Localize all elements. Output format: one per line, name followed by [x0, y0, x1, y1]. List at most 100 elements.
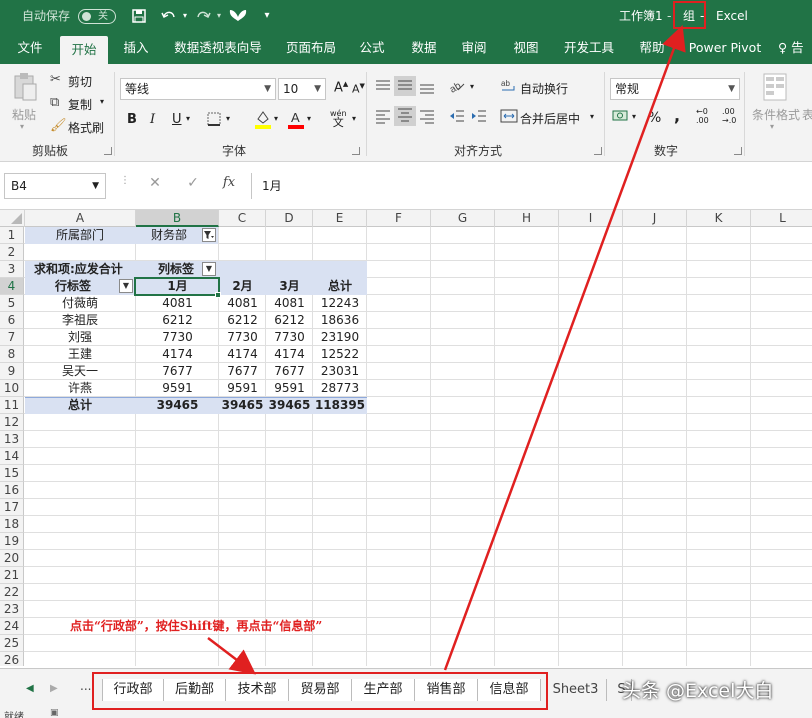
align-right-icon[interactable] — [418, 108, 436, 128]
row-header[interactable]: 1 — [0, 227, 24, 244]
scroll-tabs-left-icon[interactable]: ◀ — [26, 683, 34, 694]
value-cell[interactable]: 4081 — [266, 295, 313, 312]
paste-dropdown-icon[interactable]: ▾ — [20, 122, 24, 131]
column-header[interactable]: J — [623, 210, 687, 227]
border-dropdown-icon[interactable]: ▾ — [226, 114, 230, 123]
value-cell[interactable]: 7730 — [266, 329, 313, 346]
employee-name-cell[interactable]: 王建 — [25, 346, 135, 363]
underline-dropdown-icon[interactable]: ▾ — [186, 114, 190, 123]
row-header[interactable]: 13 — [0, 431, 24, 448]
total-cell[interactable]: 39465 — [266, 397, 313, 414]
value-cell[interactable]: 12522 — [313, 346, 367, 363]
tab-home[interactable]: 开始 — [60, 36, 108, 64]
column-header[interactable]: F — [367, 210, 431, 227]
value-cell[interactable]: 28773 — [313, 380, 367, 397]
sheet-tab[interactable]: Sheet3 — [545, 679, 607, 701]
row-header[interactable]: 4 — [0, 278, 24, 295]
month-header[interactable]: 3月 — [266, 278, 313, 295]
value-cell[interactable]: 9591 — [266, 380, 313, 397]
row-header[interactable]: 22 — [0, 584, 24, 601]
value-cell[interactable]: 9591 — [136, 380, 219, 397]
decrease-indent-icon[interactable] — [448, 108, 466, 128]
orientation-icon[interactable]: ab — [448, 78, 466, 98]
employee-name-cell[interactable]: 吴天一 — [25, 363, 135, 380]
value-cell[interactable]: 23031 — [313, 363, 367, 380]
scroll-tabs-right-icon[interactable]: ▶ — [50, 683, 58, 694]
row-header[interactable]: 8 — [0, 346, 24, 363]
row-header[interactable]: 2 — [0, 244, 24, 261]
row-header[interactable]: 5 — [0, 295, 24, 312]
accounting-format-icon[interactable] — [612, 108, 630, 128]
phonetic-button[interactable]: wén 文 — [330, 109, 347, 128]
redo-dropdown-icon[interactable]: ▾ — [210, 8, 228, 24]
column-header[interactable]: G — [431, 210, 495, 227]
conditional-format-button[interactable]: 条件格式 — [752, 106, 800, 123]
fill-color-icon[interactable] — [254, 109, 272, 133]
format-table-button[interactable]: 表 — [802, 106, 812, 123]
row-label-dropdown-icon[interactable]: ▼ — [119, 279, 133, 293]
row-header[interactable]: 10 — [0, 380, 24, 397]
customize-qat-icon[interactable]: ▾ — [258, 8, 276, 24]
row-header[interactable]: 9 — [0, 363, 24, 380]
row-header[interactable]: 23 — [0, 601, 24, 618]
total-cell[interactable]: 118395 — [313, 397, 367, 414]
insert-function-button[interactable]: fx — [220, 175, 238, 190]
value-cell[interactable]: 4174 — [266, 346, 313, 363]
percent-button[interactable]: % — [648, 110, 661, 126]
number-launcher-icon[interactable] — [734, 147, 742, 155]
row-header[interactable]: 25 — [0, 635, 24, 652]
value-cell[interactable]: 6212 — [136, 312, 219, 329]
value-cell[interactable]: 7730 — [219, 329, 266, 346]
cancel-icon[interactable]: ✕ — [146, 175, 164, 191]
tab-pivot-wizard[interactable]: 数据透视表向导 — [168, 32, 268, 64]
increase-decimal-icon[interactable]: ←0.00 — [696, 107, 709, 125]
value-cell[interactable]: 4174 — [136, 346, 219, 363]
decrease-font-icon[interactable]: A▼ — [352, 82, 365, 96]
month-header[interactable]: 2月 — [219, 278, 266, 295]
name-box[interactable]: B4 ▼ — [4, 173, 106, 199]
fill-dropdown-icon[interactable]: ▾ — [274, 114, 278, 123]
value-cell[interactable]: 12243 — [313, 295, 367, 312]
orientation-dropdown-icon[interactable]: ▾ — [470, 82, 474, 91]
value-cell[interactable]: 9591 — [219, 380, 266, 397]
row-header[interactable]: 6 — [0, 312, 24, 329]
worksheet-grid[interactable]: A B C D E F G H I J K L 1 2 3 4 5 6 7 8 9 10 11 12 1… — [0, 210, 812, 666]
column-header[interactable]: H — [495, 210, 559, 227]
tab-insert[interactable]: 插入 — [114, 32, 158, 64]
row-header[interactable]: 12 — [0, 414, 24, 431]
column-header[interactable]: C — [219, 210, 266, 227]
underline-button[interactable]: U — [172, 112, 182, 127]
row-header[interactable]: 24 — [0, 618, 24, 635]
accounting-dropdown-icon[interactable]: ▾ — [632, 112, 636, 121]
tab-page-layout[interactable]: 页面布局 — [280, 32, 342, 64]
row-header[interactable]: 18 — [0, 516, 24, 533]
value-cell[interactable]: 7677 — [136, 363, 219, 380]
value-cell[interactable]: 7677 — [219, 363, 266, 380]
fill-handle[interactable] — [215, 292, 221, 298]
tab-view[interactable]: 视图 — [506, 32, 546, 64]
value-cell[interactable]: 4081 — [136, 295, 219, 312]
row-header[interactable]: 3 — [0, 261, 24, 278]
filter-icon[interactable] — [202, 228, 216, 242]
total-cell[interactable]: 39465 — [136, 397, 219, 414]
tab-file[interactable]: 文件 — [8, 32, 52, 64]
align-left-icon[interactable] — [374, 108, 392, 128]
number-format-select[interactable]: 常规 ▼ — [610, 78, 740, 100]
column-label-dropdown-icon[interactable]: ▼ — [202, 262, 216, 276]
butterfly-icon[interactable] — [228, 8, 247, 24]
paste-label[interactable]: 粘贴 — [12, 106, 36, 123]
employee-name-cell[interactable]: 付薇萌 — [25, 295, 135, 312]
align-center-icon[interactable] — [394, 106, 416, 126]
increase-indent-icon[interactable] — [470, 108, 488, 128]
row-header[interactable]: 21 — [0, 567, 24, 584]
row-header[interactable]: 7 — [0, 329, 24, 346]
save-icon[interactable] — [130, 8, 148, 24]
row-header[interactable]: 14 — [0, 448, 24, 465]
value-cell[interactable]: 23190 — [313, 329, 367, 346]
column-header[interactable]: L — [751, 210, 812, 227]
merge-dropdown-icon[interactable]: ▾ — [590, 112, 594, 121]
more-tabs-button[interactable]: ... — [80, 679, 91, 693]
paste-icon[interactable] — [12, 72, 38, 106]
autosave-toggle[interactable]: 关 — [78, 9, 116, 24]
copy-button[interactable]: 复制 — [68, 96, 92, 113]
